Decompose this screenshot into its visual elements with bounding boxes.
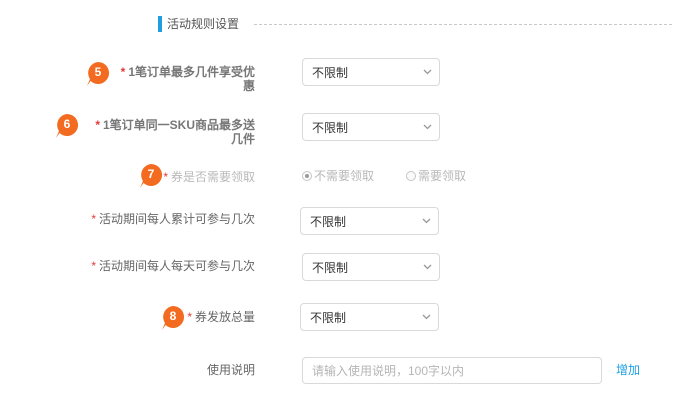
badge-number: 6 xyxy=(63,117,71,131)
section-title: 活动规则设置 xyxy=(167,17,240,31)
label-line-2: 几件 xyxy=(230,132,255,146)
chevron-down-icon xyxy=(422,314,431,320)
select-value: 不限制 xyxy=(312,121,349,135)
field-label-max-gift-per-sku: * 1笔订单同一SKU商品最多送 几件 xyxy=(95,118,255,146)
badge-number: 5 xyxy=(94,65,102,79)
label-line-2: 惠 xyxy=(242,79,255,93)
section-divider xyxy=(254,24,672,25)
select-value: 不限制 xyxy=(310,311,347,325)
radio-label: 不需要领取 xyxy=(314,169,375,183)
label-text: 券是否需要领取 xyxy=(170,170,255,184)
field-label-coupon-total: * 券发放总量 xyxy=(187,310,255,324)
add-instruction-link[interactable]: 增加 xyxy=(616,363,640,377)
coupon-total-select[interactable]: 不限制 xyxy=(300,303,439,331)
required-mark: * xyxy=(95,118,100,132)
radio-circle xyxy=(406,171,416,181)
required-mark: * xyxy=(91,259,96,273)
badge-number: 7 xyxy=(147,167,155,181)
label-line-1: 1笔订单同一SKU商品最多送 xyxy=(102,118,255,132)
radio-label: 需要领取 xyxy=(418,169,467,183)
step-badge-8: 8 xyxy=(161,305,185,331)
max-items-discount-select[interactable]: 不限制 xyxy=(302,58,440,86)
field-label-usage-instructions: 使用说明 xyxy=(206,363,255,377)
required-mark: * xyxy=(91,212,96,226)
label-text: 活动期间每人累计可参与几次 xyxy=(98,212,255,226)
radio-circle xyxy=(302,171,312,181)
field-label-total-participation: * 活动期间每人累计可参与几次 xyxy=(91,212,255,226)
select-value: 不限制 xyxy=(310,215,347,229)
step-badge-5: 5 xyxy=(86,61,110,87)
usage-instructions-input[interactable] xyxy=(302,357,602,384)
chevron-down-icon xyxy=(423,264,432,270)
label-text: 活动期间每人每天可参与几次 xyxy=(98,259,255,273)
total-participation-select[interactable]: 不限制 xyxy=(300,207,439,235)
radio-selected-dot xyxy=(305,174,309,178)
chevron-down-icon xyxy=(423,124,432,130)
required-mark: * xyxy=(187,310,192,324)
required-mark: * xyxy=(163,170,168,184)
select-value: 不限制 xyxy=(312,66,349,80)
badge-number: 8 xyxy=(169,309,177,323)
max-gift-per-sku-select[interactable]: 不限制 xyxy=(302,113,440,141)
chevron-down-icon xyxy=(422,218,431,224)
step-badge-6: 6 xyxy=(55,113,79,139)
section-accent-bar xyxy=(158,16,162,32)
daily-participation-select[interactable]: 不限制 xyxy=(302,253,440,281)
field-label-daily-participation: * 活动期间每人每天可参与几次 xyxy=(91,259,255,273)
field-label-max-items-discount: * 1笔订单最多几件享受优 惠 xyxy=(121,65,255,93)
select-value: 不限制 xyxy=(312,261,349,275)
label-text: 券发放总量 xyxy=(194,310,255,324)
field-label-coupon-claim: * 券是否需要领取 xyxy=(163,170,255,184)
chevron-down-icon xyxy=(423,69,432,75)
required-mark: * xyxy=(120,65,126,79)
section-header: 活动规则设置 xyxy=(158,14,672,34)
label-line-1: 1笔订单最多几件享受优 xyxy=(128,65,255,79)
step-badge-7: 7 xyxy=(139,163,163,189)
